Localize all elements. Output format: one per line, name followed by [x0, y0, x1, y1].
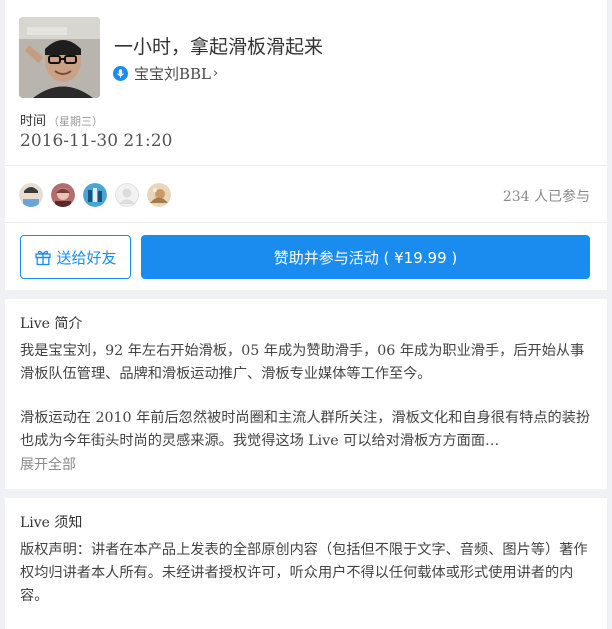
live-header-card: 一小时，拿起滑板滑起来 宝宝刘BBL › 时间 （星期三） 2016-11-30 … — [5, 0, 607, 290]
participant-avatars[interactable] — [19, 183, 179, 207]
speaker-link[interactable]: 宝宝刘BBL › — [113, 63, 218, 84]
participant-avatar[interactable] — [147, 183, 171, 207]
intro-paragraph: 我是宝宝刘，92 年左右开始滑板，05 年成为赞助滑手，06 年成为职业滑手，后… — [20, 343, 585, 382]
speaker-name: 宝宝刘BBL — [134, 65, 212, 83]
live-intro-card: Live 简介 我是宝宝刘，92 年左右开始滑板，05 年成为赞助滑手，06 年… — [5, 299, 607, 489]
participant-count: 234 人已参与 — [502, 189, 590, 205]
speaker-photo — [19, 17, 100, 98]
gift-to-friend-button[interactable]: 送给好友 — [20, 235, 131, 279]
participant-avatar[interactable] — [19, 183, 43, 207]
live-notice-card: Live 须知 版权声明：讲者在本产品上发表的全部原创内容（包括但不限于文字、音… — [5, 498, 607, 629]
chevron-right-icon: › — [213, 66, 219, 81]
gift-button-label: 送给好友 — [56, 248, 117, 267]
divider — [5, 165, 607, 166]
divider — [5, 222, 607, 223]
weekday: （星期三） — [48, 115, 104, 128]
live-title: 一小时，拿起滑板滑起来 — [114, 36, 324, 58]
participant-avatar[interactable] — [83, 183, 107, 207]
gift-icon — [35, 250, 52, 266]
intro-paragraph: 滑板运动在 2010 年前后忽然被时尚圈和主流人群所关注，滑板文化和自身很有特点… — [20, 410, 591, 449]
participant-avatar[interactable] — [115, 183, 139, 207]
speaker-avatar[interactable] — [19, 17, 100, 98]
join-live-button[interactable]: 赞助并参与活动 ( ¥19.99 ) — [141, 235, 590, 279]
expand-all-link[interactable]: 展开全部 — [20, 454, 76, 474]
time-label-text: 时间 — [20, 114, 47, 129]
live-datetime: 2016-11-30 21:20 — [20, 131, 173, 151]
join-button-label: 赞助并参与活动 ( ¥19.99 ) — [273, 248, 458, 267]
notice-text: 版权声明：讲者在本产品上发表的全部原创内容（包括但不限于文字、音频、图片等）著作… — [20, 542, 588, 604]
intro-heading: Live 简介 — [20, 316, 83, 332]
notice-heading: Live 须知 — [20, 515, 83, 531]
time-label: 时间 （星期三） — [20, 110, 103, 129]
microphone-icon — [113, 66, 128, 81]
participant-avatar[interactable] — [51, 183, 75, 207]
